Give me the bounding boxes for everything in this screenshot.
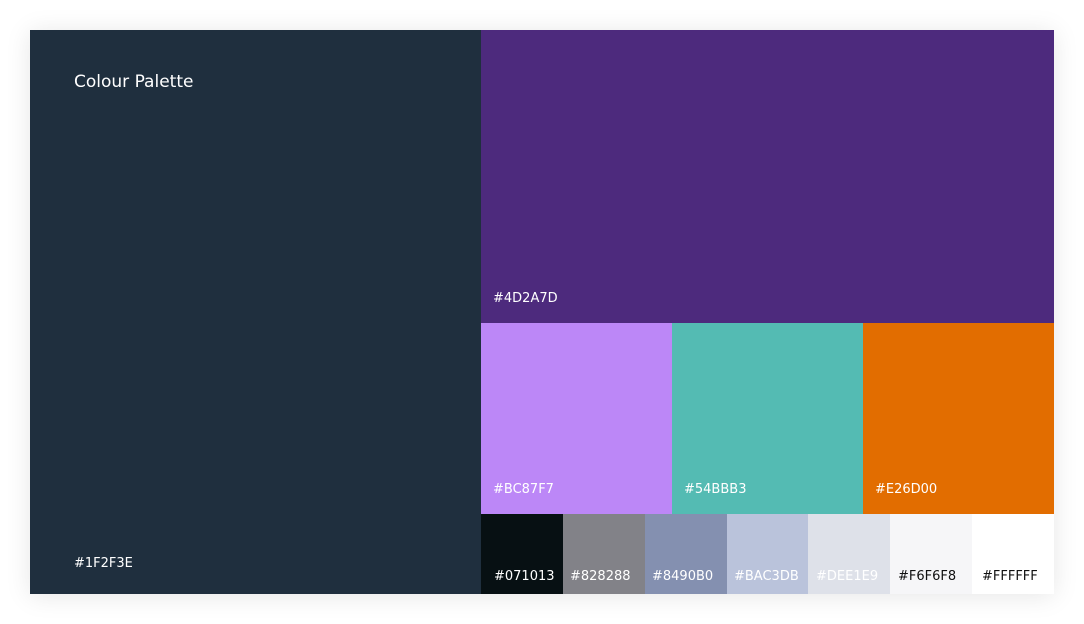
neutral-hex-label: #828288 xyxy=(570,569,631,584)
neutral-hex-label: #F6F6F8 xyxy=(898,569,957,584)
neutral-swatch-5: #DEE1E9 xyxy=(808,514,890,594)
neutral-swatch-6: #F6F6F8 xyxy=(890,514,972,594)
neutral-swatch-1: #071013 xyxy=(481,514,563,594)
neutral-swatch-7: #FFFFFF xyxy=(972,514,1054,594)
palette-title: Colour Palette xyxy=(74,72,194,92)
neutral-hex-label: #8490B0 xyxy=(652,569,714,584)
accent-hex-label: #E26D00 xyxy=(875,482,938,497)
primary-hex-label: #1F2F3E xyxy=(74,556,133,571)
neutral-hex-label: #FFFFFF xyxy=(982,569,1038,584)
neutral-swatch-3: #8490B0 xyxy=(645,514,727,594)
accent-hex-label: #BC87F7 xyxy=(493,482,554,497)
accent-hex-label: #54BBB3 xyxy=(684,482,747,497)
accent-main-swatch: #4D2A7D xyxy=(481,30,1054,323)
neutral-hex-label: #BAC3DB xyxy=(734,569,799,584)
accent-swatch-3: #E26D00 xyxy=(863,323,1054,514)
accent-swatch-1: #BC87F7 xyxy=(481,323,672,514)
primary-swatch: Colour Palette #1F2F3E xyxy=(30,30,481,594)
neutral-hex-label: #071013 xyxy=(494,569,555,584)
accent-main-hex-label: #4D2A7D xyxy=(493,291,558,306)
accent-swatch-2: #54BBB3 xyxy=(672,323,863,514)
neutral-swatch-2: #828288 xyxy=(563,514,645,594)
neutral-hex-label: #DEE1E9 xyxy=(816,569,879,584)
colour-palette-card: Colour Palette #1F2F3E #4D2A7D #BC87F7 #… xyxy=(30,30,1054,594)
neutral-swatch-4: #BAC3DB xyxy=(727,514,808,594)
